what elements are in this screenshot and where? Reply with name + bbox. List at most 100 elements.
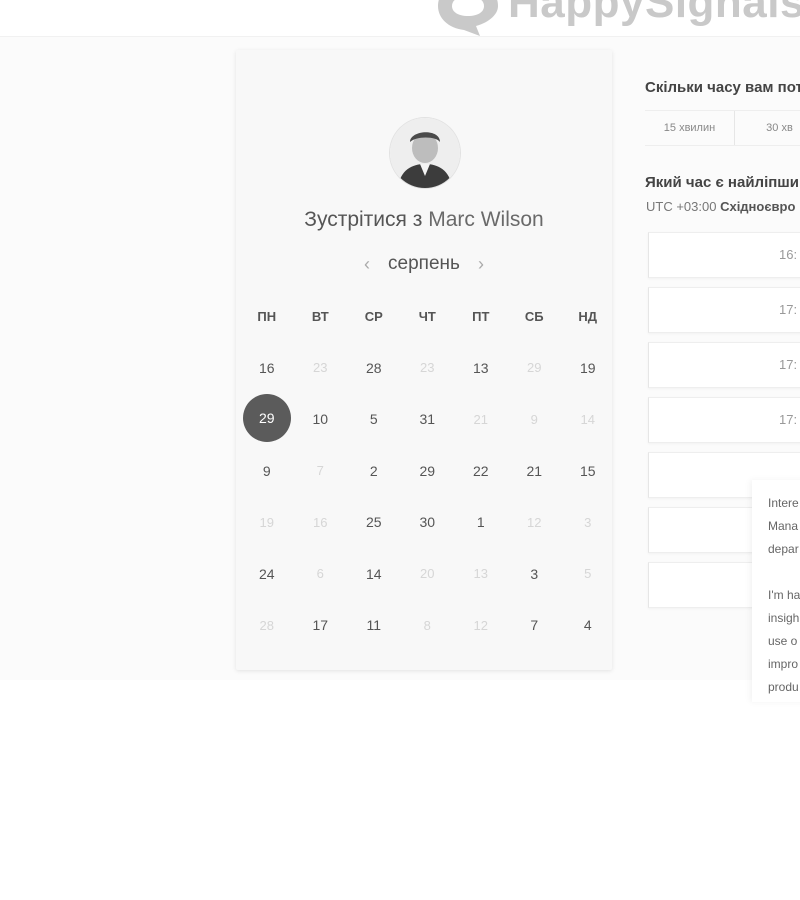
calendar-day[interactable]: 5: [347, 394, 401, 446]
day-number: 11: [366, 617, 382, 634]
duration-option[interactable]: 30 хв: [735, 111, 800, 145]
day-number: 7: [530, 617, 539, 634]
day-number: 28: [365, 359, 382, 376]
calendar-day: 14: [561, 394, 615, 446]
day-number: 14: [580, 411, 595, 427]
day-number: 17: [312, 617, 329, 634]
day-number: 29: [527, 360, 542, 376]
calendar-day[interactable]: 21: [508, 445, 562, 497]
calendar-day[interactable]: 7: [508, 600, 562, 652]
calendar-day: 12: [508, 497, 562, 549]
day-number: 31: [419, 411, 436, 428]
calendar-day[interactable]: 19: [561, 342, 615, 394]
calendar-day[interactable]: 30: [401, 497, 455, 549]
weekday-label: ВТ: [311, 309, 329, 324]
calendar-day[interactable]: 4: [561, 600, 615, 652]
day-number: 16: [313, 514, 328, 530]
calendar-day: 7: [294, 445, 348, 497]
calendar-day[interactable]: 11: [347, 600, 401, 652]
timezone-offset: UTC +03:00: [646, 199, 717, 214]
description-popover: Intere Mana depar I'm ha insigh use o im…: [752, 480, 800, 702]
calendar-day: 9: [508, 394, 562, 446]
day-number: 4: [583, 617, 592, 634]
calendar-day: 12: [454, 600, 508, 652]
calendar-day[interactable]: 13: [454, 342, 508, 394]
calendar-day[interactable]: 15: [561, 445, 615, 497]
top-header: HappySignals: [0, 0, 800, 37]
day-number: 29: [419, 462, 436, 479]
calendar-day[interactable]: 9: [240, 445, 294, 497]
time-slot-button[interactable]: 16:: [648, 232, 800, 278]
host-name: Marc Wilson: [428, 208, 544, 231]
calendar-day: 19: [240, 497, 294, 549]
calendar-day: 6: [294, 548, 348, 600]
time-slot-label: 17:: [779, 357, 798, 372]
calendar-day[interactable]: 10: [294, 394, 348, 446]
calendar-day[interactable]: 24: [240, 548, 294, 600]
calendar-day: 28: [240, 600, 294, 652]
calendar-day[interactable]: 29: [401, 445, 455, 497]
duration-question: Скільки часу вам пот: [645, 79, 800, 96]
day-number: 20: [420, 566, 435, 582]
calendar-day: 29: [508, 342, 562, 394]
day-number: 23: [313, 360, 328, 376]
weekday-label: НД: [578, 309, 598, 324]
chevron-left-icon[interactable]: ‹: [364, 255, 370, 273]
selected-day[interactable]: 29: [240, 394, 294, 446]
weekday-label: ЧТ: [418, 309, 436, 324]
day-number: 2: [369, 462, 378, 479]
day-number: 5: [584, 566, 592, 582]
calendar-day[interactable]: 31: [401, 394, 455, 446]
day-number: 21: [526, 462, 543, 479]
calendar-day: 23: [294, 342, 348, 394]
calendar-day[interactable]: 16: [240, 342, 294, 394]
calendar-day[interactable]: 14: [347, 548, 401, 600]
month-navigation: ‹ серпень ›: [236, 253, 612, 275]
day-number: 21: [473, 411, 488, 427]
logo-text: HappySignals: [508, 0, 800, 27]
day-number: 3: [584, 514, 592, 530]
chevron-right-icon[interactable]: ›: [478, 255, 484, 273]
person-photo-icon: [390, 118, 460, 188]
calendar-day[interactable]: 25: [347, 497, 401, 549]
day-number: 5: [369, 411, 378, 428]
day-number: 22: [472, 462, 489, 479]
day-number: 9: [262, 462, 271, 479]
calendar-day[interactable]: 1: [454, 497, 508, 549]
time-slot-button[interactable]: 17:: [648, 287, 800, 333]
calendar-day: 20: [401, 548, 455, 600]
calendar-day: 8: [401, 600, 455, 652]
time-slot-button[interactable]: 17:: [648, 342, 800, 388]
duration-option[interactable]: 15 хвилин: [645, 111, 735, 145]
day-number: 6: [316, 566, 324, 582]
host-avatar: [390, 118, 460, 188]
meeting-title-prefix: Зустрітися з: [304, 208, 423, 231]
day-number: 25: [365, 514, 382, 531]
happysignals-logo[interactable]: HappySignals: [436, 0, 800, 36]
timezone-name: Східноєвро: [720, 199, 796, 214]
calendar-day[interactable]: 3: [508, 548, 562, 600]
calendar-day: 23: [401, 342, 455, 394]
day-number: 14: [365, 565, 382, 582]
calendar-day: 5: [561, 548, 615, 600]
day-number: 13: [472, 359, 489, 376]
timezone-label[interactable]: UTC +03:00 Східноєвро: [646, 199, 795, 214]
day-number: 28: [259, 617, 274, 633]
day-number: 15: [579, 462, 596, 479]
calendar-day[interactable]: 22: [454, 445, 508, 497]
calendar-day[interactable]: 2: [347, 445, 401, 497]
day-number: 23: [420, 360, 435, 376]
calendar-days-grid: 16 23 28 23 13 29 19 29 10 5 31 21 9 14 9 7 2 29 22 21 15 19 1…: [240, 342, 608, 651]
time-slot-button[interactable]: 17:: [648, 397, 800, 443]
day-number: 10: [312, 411, 329, 428]
day-number: 8: [423, 617, 431, 633]
calendar-day[interactable]: 28: [347, 342, 401, 394]
weekday-header: ПН ВТ СР ЧТ ПТ СБ НД: [240, 309, 608, 324]
day-number: 30: [419, 514, 436, 531]
time-slot-label: 17:: [779, 302, 798, 317]
meeting-title: Зустрітися з Marc Wilson: [236, 208, 612, 232]
calendar-day: 21: [454, 394, 508, 446]
calendar-day[interactable]: 17: [294, 600, 348, 652]
month-label: серпень: [388, 253, 460, 274]
day-number: 12: [473, 617, 488, 633]
